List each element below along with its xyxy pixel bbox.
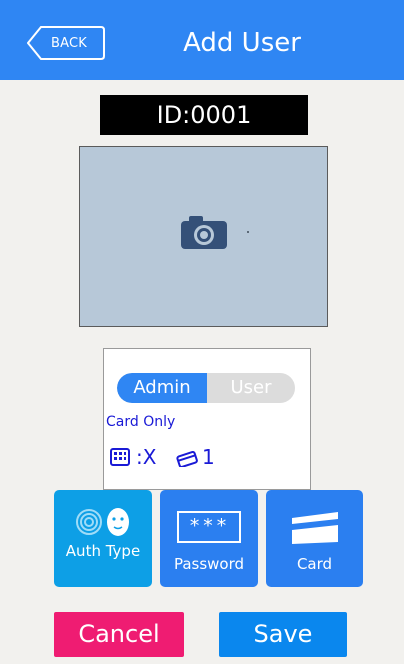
photo-marker (247, 231, 249, 233)
card-tile[interactable]: Card (266, 490, 363, 587)
password-mask: *** (188, 515, 230, 537)
header-bar: BACK Add User (0, 0, 404, 80)
fingerprint-status: :X (136, 445, 157, 469)
password-tile[interactable]: *** Password (160, 490, 258, 587)
password-label: Password (173, 555, 245, 573)
card-icon (290, 510, 340, 550)
role-option-admin[interactable]: Admin (117, 373, 207, 403)
camera-icon[interactable] (181, 215, 227, 253)
page-title: Add User (183, 28, 301, 58)
auth-mode-text: Card Only (106, 414, 176, 430)
photo-area[interactable] (79, 146, 328, 327)
auth-type-tile[interactable]: Auth Type (54, 490, 152, 587)
card-label: Card (296, 555, 333, 573)
cancel-button[interactable]: Cancel (54, 612, 184, 657)
role-toggle[interactable]: Admin User (117, 373, 295, 403)
card-small-icon (176, 448, 198, 472)
save-button[interactable]: Save (219, 612, 347, 657)
user-info-panel: Admin User Card Only :X 1 (103, 348, 311, 490)
fingerprint-reader-icon (110, 447, 130, 471)
auth-type-label: Auth Type (65, 542, 141, 560)
card-count: 1 (202, 445, 215, 469)
user-id-display: ID:0001 (100, 95, 308, 135)
role-option-user[interactable]: User (207, 373, 295, 403)
fingerprint-face-icon (76, 507, 132, 541)
